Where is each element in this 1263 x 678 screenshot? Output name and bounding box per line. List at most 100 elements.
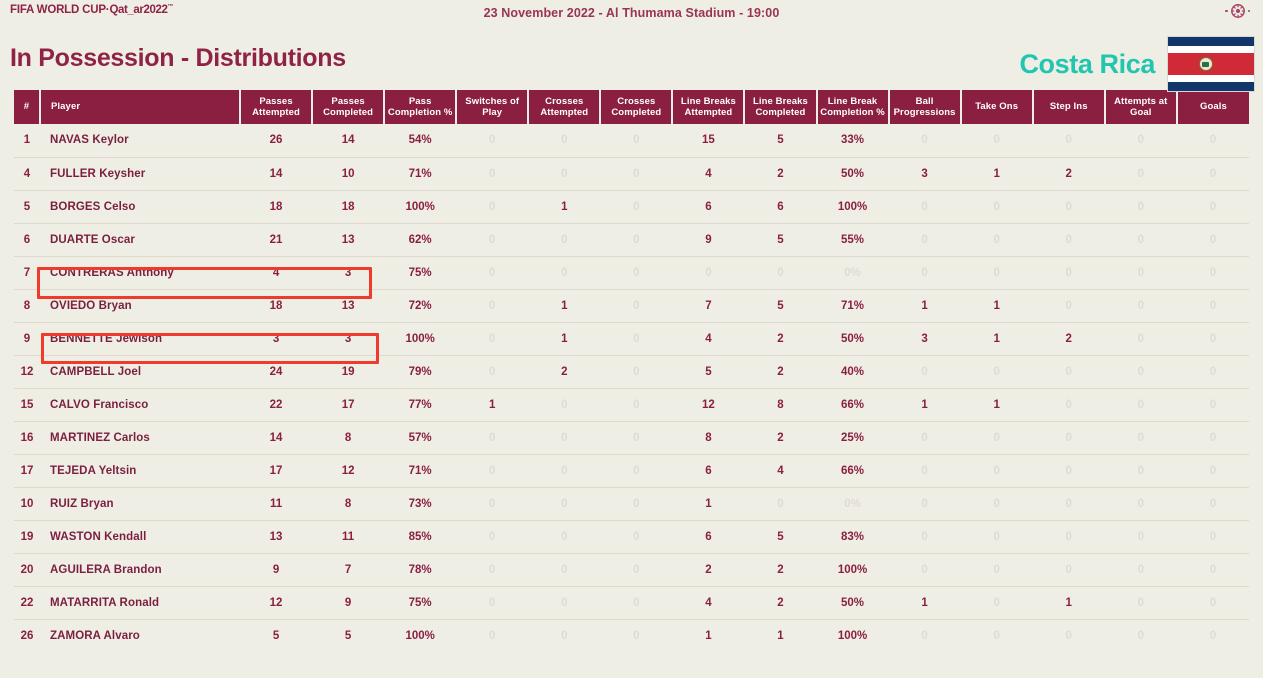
cell-passes-completed: 3 [312,256,385,290]
cell-player-name[interactable]: CONTRERAS Anthony [40,256,240,290]
cell-goals: 0 [1176,553,1249,587]
table-row[interactable]: 22 MATARRITA Ronald 12 9 75% 0 0 0 4 2 50% 1 0 1 0 0 [14,586,1249,620]
cell-player-name[interactable]: BENNETTE Jewison [40,322,240,356]
cell-player-name[interactable]: MATARRITA Ronald [40,586,240,620]
table-row[interactable]: 5 BORGES Celso 18 18 100% 0 1 0 6 6 100% 0 0 0 0 0 [14,190,1249,224]
cell-crosses-completed: 0 [600,553,673,587]
cell-player-name[interactable]: WASTON Kendall [40,520,240,554]
column-header-number[interactable]: # [14,90,41,124]
cell-player-name[interactable]: CAMPBELL Joel [40,355,240,389]
table-row[interactable]: 1 NAVAS Keylor 26 14 54% 0 0 0 15 5 33% 0 0 0 0 0 [14,124,1249,158]
cell-switches-of-play: 0 [456,157,529,191]
cell-player-name[interactable]: NAVAS Keylor [40,124,240,158]
table-row[interactable]: 7 CONTRERAS Anthony 4 3 75% 0 0 0 0 0 0% 0 0 0 0 0 [14,256,1249,290]
cell-player-name[interactable]: BORGES Celso [40,190,240,224]
cell-crosses-attempted: 0 [528,619,601,652]
cell-line-break-completion-pct: 71% [816,289,889,323]
cell-line-breaks-attempted: 15 [672,124,745,158]
cell-line-breaks-attempted: 5 [672,355,745,389]
column-header-switches-of-play[interactable]: Switches of Play [456,90,530,124]
cell-line-breaks-attempted: 1 [672,619,745,652]
cell-line-break-completion-pct: 0% [816,487,889,521]
column-header-crosses-completed[interactable]: Crosses Completed [600,90,674,124]
cell-line-breaks-completed: 6 [744,190,817,224]
dot-right-icon [1247,9,1250,13]
column-header-goals[interactable]: Goals [1176,90,1249,124]
cell-passes-completed: 18 [312,190,385,224]
cell-pass-completion-pct: 75% [384,256,457,290]
cell-crosses-attempted: 0 [528,553,601,587]
cell-line-breaks-completed: 2 [744,355,817,389]
cell-goals: 0 [1176,289,1249,323]
cell-player-name[interactable]: CALVO Francisco [40,388,240,422]
cell-ball-progressions: 0 [888,355,961,389]
cell-line-break-completion-pct: 0% [816,256,889,290]
column-header-line-breaks-completed[interactable]: Line Breaks Completed [744,90,818,124]
cell-passes-completed: 19 [312,355,385,389]
cell-shirt-number: 4 [14,157,40,191]
cell-passes-completed: 13 [312,223,385,257]
cell-ball-progressions: 0 [888,520,961,554]
table-row[interactable]: 26 ZAMORA Alvaro 5 5 100% 0 0 0 1 1 100% 0 0 0 0 0 [14,619,1249,652]
table-row[interactable]: 9 BENNETTE Jewison 3 3 100% 0 1 0 4 2 50% 3 1 2 0 0 [14,322,1249,356]
cell-player-name[interactable]: OVIEDO Bryan [40,289,240,323]
cell-switches-of-play: 0 [456,421,529,455]
column-header-take-ons[interactable]: Take Ons [960,90,1034,124]
cell-player-name[interactable]: DUARTE Oscar [40,223,240,257]
cell-switches-of-play: 0 [456,553,529,587]
cell-step-ins: 2 [1032,157,1105,191]
cell-line-break-completion-pct: 50% [816,322,889,356]
column-header-step-ins[interactable]: Step Ins [1032,90,1106,124]
column-header-crosses-attempted[interactable]: Crosses Attempted [528,90,602,124]
cell-crosses-attempted: 0 [528,256,601,290]
cell-switches-of-play: 0 [456,355,529,389]
cell-switches-of-play: 1 [456,388,529,422]
cell-line-breaks-completed: 2 [744,586,817,620]
cell-line-break-completion-pct: 50% [816,586,889,620]
cell-line-break-completion-pct: 100% [816,553,889,587]
stats-table-container: # Player Passes Attempted Passes Complet… [14,90,1249,652]
cell-player-name[interactable]: FULLER Keysher [40,157,240,191]
column-header-attempts-at-goal[interactable]: Attempts at Goal [1104,90,1178,124]
table-row[interactable]: 17 TEJEDA Yeltsin 17 12 71% 0 0 0 6 4 66% 0 0 0 0 0 [14,454,1249,488]
flag-crest-icon [1199,57,1213,71]
cell-player-name[interactable]: MARTINEZ Carlos [40,421,240,455]
table-row[interactable]: 8 OVIEDO Bryan 18 13 72% 0 1 0 7 5 71% 1 1 0 0 0 [14,289,1249,323]
table-row[interactable]: 10 RUIZ Bryan 11 8 73% 0 0 0 1 0 0% 0 0 0 0 0 [14,487,1249,521]
table-row[interactable]: 4 FULLER Keysher 14 10 71% 0 0 0 4 2 50% 3 1 2 0 0 [14,157,1249,191]
table-row[interactable]: 16 MARTINEZ Carlos 14 8 57% 0 0 0 8 2 25% 0 0 0 0 0 [14,421,1249,455]
cell-passes-attempted: 12 [240,586,313,620]
table-row[interactable]: 19 WASTON Kendall 13 11 85% 0 0 0 6 5 83% 0 0 0 0 0 [14,520,1249,554]
team-block: Costa Rica [1019,36,1255,92]
column-header-player[interactable]: Player [40,90,241,124]
cell-pass-completion-pct: 54% [384,124,457,158]
cell-take-ons: 0 [960,619,1033,652]
table-row[interactable]: 12 CAMPBELL Joel 24 19 79% 0 2 0 5 2 40% 0 0 0 0 0 [14,355,1249,389]
table-row[interactable]: 15 CALVO Francisco 22 17 77% 1 0 0 12 8 66% 1 1 0 0 0 [14,388,1249,422]
cell-ball-progressions: 3 [888,157,961,191]
column-header-line-break-completion-pct[interactable]: Line Break Completion % [816,90,890,124]
cell-shirt-number: 20 [14,553,40,587]
cell-goals: 0 [1176,190,1249,224]
column-header-line-breaks-attempted[interactable]: Line Breaks Attempted [672,90,746,124]
column-header-ball-progressions[interactable]: Ball Progressions [888,90,962,124]
cell-pass-completion-pct: 100% [384,322,457,356]
column-header-passes-completed[interactable]: Passes Completed [312,90,386,124]
cell-player-name[interactable]: TEJEDA Yeltsin [40,454,240,488]
cell-take-ons: 0 [960,520,1033,554]
cell-line-break-completion-pct: 33% [816,124,889,158]
cell-crosses-attempted: 0 [528,454,601,488]
cell-player-name[interactable]: AGUILERA Brandon [40,553,240,587]
cell-take-ons: 0 [960,421,1033,455]
column-header-passes-attempted[interactable]: Passes Attempted [240,90,314,124]
cell-player-name[interactable]: RUIZ Bryan [40,487,240,521]
cell-crosses-attempted: 1 [528,322,601,356]
cell-shirt-number: 7 [14,256,40,290]
cell-passes-attempted: 17 [240,454,313,488]
column-header-pass-completion-pct[interactable]: Pass Completion % [384,90,458,124]
table-row[interactable]: 20 AGUILERA Brandon 9 7 78% 0 0 0 2 2 100% 0 0 0 0 0 [14,553,1249,587]
cell-attempts-at-goal: 0 [1104,487,1177,521]
table-row[interactable]: 6 DUARTE Oscar 21 13 62% 0 0 0 9 5 55% 0 0 0 0 0 [14,223,1249,257]
cell-player-name[interactable]: ZAMORA Alvaro [40,619,240,652]
cell-step-ins: 0 [1032,223,1105,257]
